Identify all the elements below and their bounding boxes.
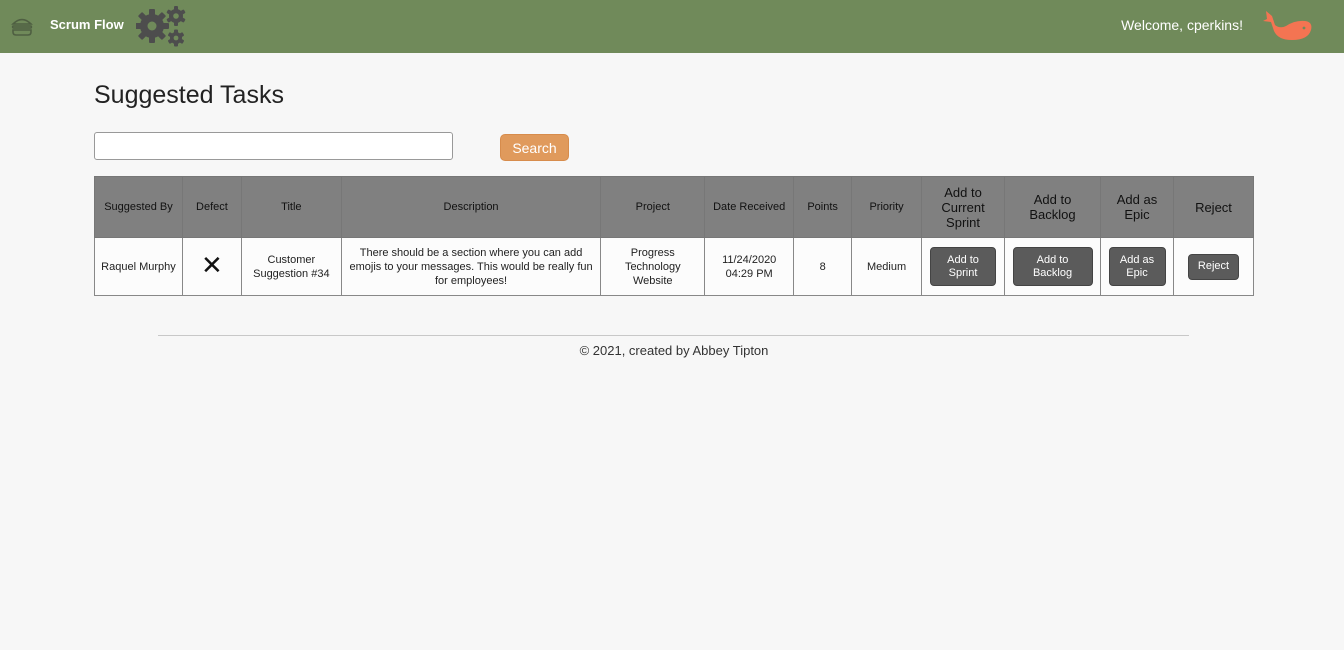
header-add-epic: Add as Epic — [1100, 176, 1174, 238]
header-reject: Reject — [1173, 176, 1254, 238]
table-row: Raquel Murphy ✕ Customer Suggestion #34 … — [94, 237, 1254, 296]
gears-icon[interactable] — [136, 5, 188, 47]
cell-add-sprint: Add to Sprint — [921, 237, 1006, 296]
cell-add-backlog: Add to Backlog — [1004, 237, 1102, 296]
footer-divider — [158, 335, 1189, 336]
header-description: Description — [340, 176, 602, 238]
header-points: Points — [793, 176, 853, 238]
cell-points: 8 — [793, 237, 853, 296]
cell-title: Customer Suggestion #34 — [240, 237, 342, 296]
header-priority: Priority — [851, 176, 923, 238]
cell-defect: ✕ — [181, 237, 242, 296]
page-title: Suggested Tasks — [94, 81, 284, 109]
cell-reject: Reject — [1173, 237, 1254, 296]
cell-suggested-by: Raquel Murphy — [94, 237, 183, 296]
suggested-tasks-table: Suggested By Defect Title Description Pr… — [94, 176, 1254, 296]
hamburger-icon[interactable] — [11, 15, 33, 37]
cell-priority: Medium — [851, 237, 923, 296]
add-to-backlog-button[interactable]: Add to Backlog — [1012, 247, 1093, 286]
cell-description: There should be a section where you can … — [340, 237, 602, 296]
whale-icon[interactable] — [1262, 10, 1314, 42]
cell-add-epic: Add as Epic — [1100, 237, 1174, 296]
header-defect: Defect — [181, 176, 242, 238]
reject-button[interactable]: Reject — [1188, 253, 1239, 280]
header-date-received: Date Received — [704, 176, 795, 238]
header-add-current-sprint: Add to Current Sprint — [921, 176, 1006, 238]
header-title: Title — [240, 176, 342, 238]
header-project: Project — [600, 176, 706, 238]
defect-x-icon: ✕ — [201, 251, 223, 281]
cell-project: Progress Technology Website — [600, 237, 706, 296]
footer-text: © 2021, created by Abbey Tipton — [579, 343, 769, 358]
top-navbar: Scrum Flow Welcome, cperkins! — [0, 0, 1344, 53]
cell-date-received: 11/24/2020 04:29 PM — [704, 237, 795, 296]
brand-link[interactable]: Scrum Flow — [50, 17, 124, 32]
table-header-row: Suggested By Defect Title Description Pr… — [94, 176, 1254, 238]
search-button[interactable]: Search — [500, 134, 569, 161]
add-to-sprint-button[interactable]: Add to Sprint — [930, 247, 997, 286]
welcome-message: Welcome, cperkins! — [1121, 17, 1243, 33]
add-as-epic-button[interactable]: Add as Epic — [1108, 247, 1166, 286]
header-add-backlog: Add to Backlog — [1004, 176, 1102, 238]
header-suggested-by: Suggested By — [94, 176, 183, 238]
search-input[interactable] — [94, 132, 453, 160]
